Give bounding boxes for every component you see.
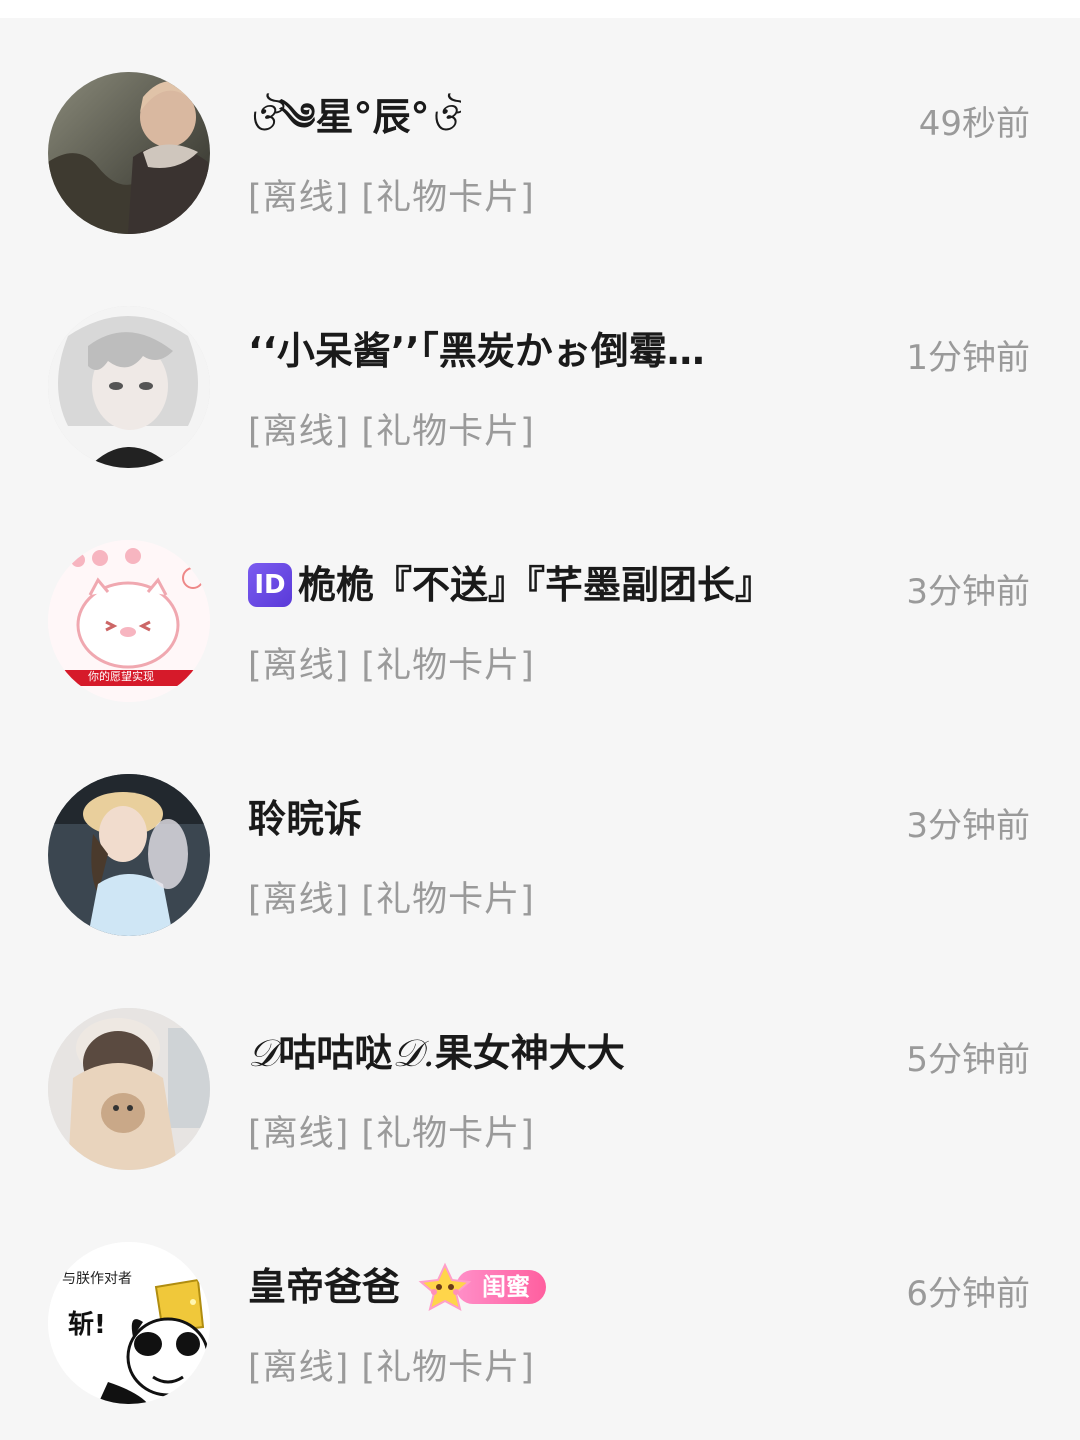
conversation-row[interactable]: 聆睆诉 [离线] [礼物卡片] 3分钟前 bbox=[0, 738, 1080, 972]
timestamp: 3分钟前 bbox=[906, 806, 1030, 846]
timestamp: 49秒前 bbox=[918, 104, 1030, 144]
contact-name: 皇帝爸爸 闺蜜 bbox=[248, 1262, 547, 1312]
avatar-banner: 你的愿望实现 bbox=[88, 670, 154, 683]
message-preview: [离线] [礼物卡片] bbox=[248, 178, 535, 218]
name-text: ‘‘小呆酱’’「黑炭かぉ倒霉… bbox=[248, 329, 705, 373]
contact-name: ঔ ༄星°辰° ঔ bbox=[248, 92, 461, 142]
avatar-photo-girl-bear-icon bbox=[48, 1008, 210, 1170]
avatar-photo-girl-hat-icon bbox=[48, 774, 210, 936]
contact-name: 聆睆诉 bbox=[248, 794, 362, 844]
timestamp: 6分钟前 bbox=[906, 1274, 1030, 1314]
avatar[interactable] bbox=[48, 72, 210, 234]
avatar[interactable]: 你的愿望实现 bbox=[48, 540, 210, 702]
avatar[interactable] bbox=[48, 306, 210, 468]
name-decoration: 𝒟 bbox=[248, 1031, 279, 1075]
id-badge: ID bbox=[248, 563, 292, 607]
contact-name: ID 桅桅『不送』『芊墨副团长』 bbox=[248, 560, 773, 610]
avatar[interactable]: 与朕作对者 斩! bbox=[48, 1242, 210, 1404]
avatar-caption: 与朕作对者 bbox=[62, 1271, 132, 1287]
bestie-badge: 闺蜜 bbox=[416, 1262, 547, 1311]
avatar[interactable] bbox=[48, 774, 210, 936]
name-text: 聆睆诉 bbox=[248, 797, 363, 841]
conversation-row[interactable]: ঔ ༄星°辰° ঔ [离线] [礼物卡片] 49秒前 bbox=[0, 36, 1080, 270]
avatar-photo-dark-coat-icon bbox=[48, 72, 210, 234]
top-strip bbox=[0, 0, 1080, 18]
avatar-anime-white-hair-icon bbox=[48, 306, 210, 468]
name-text-suffix: 果女神大大 bbox=[434, 1031, 625, 1075]
name-text: 咕咕哒 bbox=[278, 1031, 393, 1075]
contact-name: ‘‘小呆酱’’「黑炭かぉ倒霉… bbox=[248, 326, 705, 376]
name-decoration: ঔ bbox=[429, 95, 461, 139]
name-text: 桅桅『不送』『芊墨副团长』 bbox=[298, 563, 774, 607]
conversation-row[interactable]: 你的愿望实现 ID 桅桅『不送』『芊墨副团长』 [离线] [礼物卡片] 3分钟前 bbox=[0, 504, 1080, 738]
contact-name: 𝒟 咕咕哒 𝒟. 果女神大大 bbox=[248, 1028, 625, 1078]
message-preview: [离线] [礼物卡片] bbox=[248, 646, 535, 686]
name-text: ༄星°辰° bbox=[279, 95, 430, 139]
name-decoration: ঔ bbox=[248, 95, 280, 139]
avatar-text: 斩! bbox=[68, 1310, 106, 1340]
star-face-icon bbox=[418, 1262, 472, 1311]
name-decoration: 𝒟. bbox=[392, 1031, 435, 1075]
timestamp: 1分钟前 bbox=[906, 338, 1030, 378]
message-preview: [离线] [礼物卡片] bbox=[248, 1348, 535, 1388]
message-preview: [离线] [礼物卡片] bbox=[248, 1114, 535, 1154]
conversation-row[interactable]: 𝒟 咕咕哒 𝒟. 果女神大大 [离线] [礼物卡片] 5分钟前 bbox=[0, 972, 1080, 1206]
conversation-row[interactable]: 与朕作对者 斩! 皇帝爸爸 闺蜜 [离线] [礼物卡片] 6分钟前 bbox=[0, 1206, 1080, 1440]
conversation-row[interactable]: ‘‘小呆酱’’「黑炭かぉ倒霉… [离线] [礼物卡片] 1分钟前 bbox=[0, 270, 1080, 504]
message-preview: [离线] [礼物卡片] bbox=[248, 880, 535, 920]
timestamp: 3分钟前 bbox=[906, 572, 1030, 612]
message-preview: [离线] [礼物卡片] bbox=[248, 412, 535, 452]
timestamp: 5分钟前 bbox=[906, 1040, 1030, 1080]
avatar[interactable] bbox=[48, 1008, 210, 1170]
name-text: 皇帝爸爸 bbox=[248, 1265, 401, 1309]
